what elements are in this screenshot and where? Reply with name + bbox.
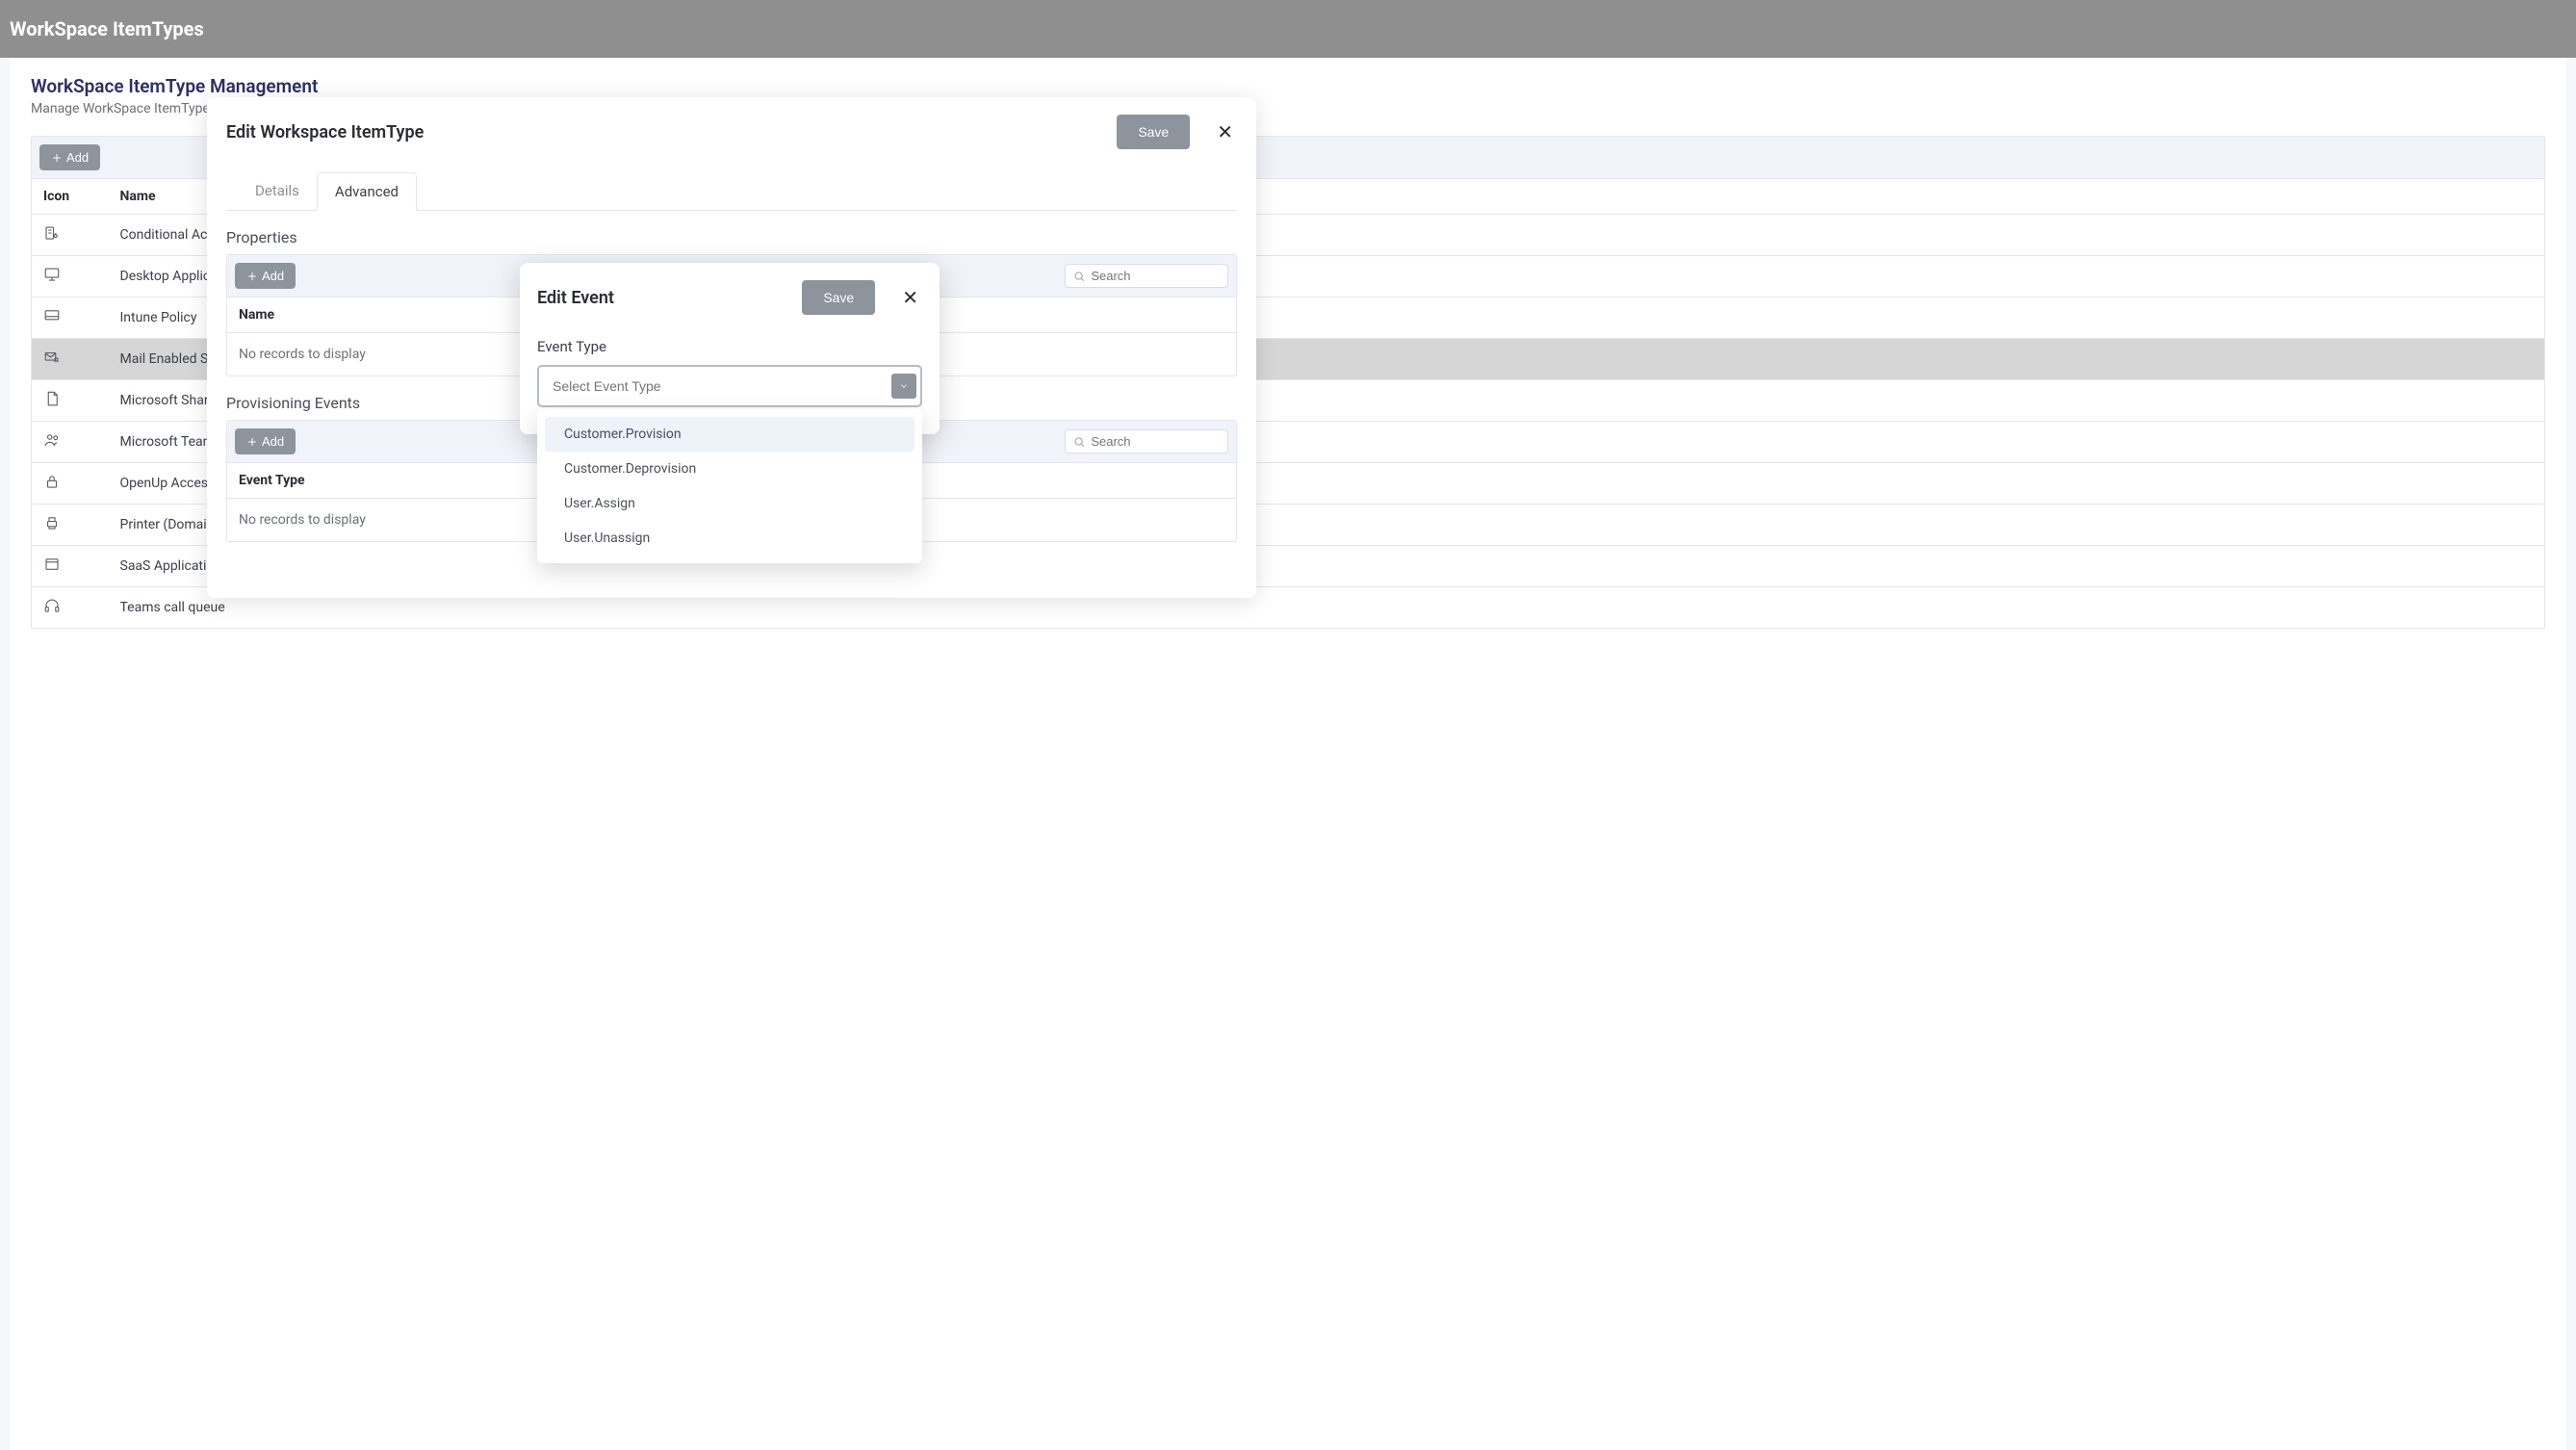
event-type-dropdown: Customer.ProvisionCustomer.DeprovisionUs… xyxy=(537,409,922,563)
tab-advanced[interactable]: Advanced xyxy=(317,172,417,211)
col-icon-header: Icon xyxy=(32,179,109,215)
add-event-button[interactable]: Add xyxy=(235,428,296,454)
properties-search-input[interactable] xyxy=(1091,269,1220,283)
add-event-label: Add xyxy=(262,434,284,449)
building-lock-icon xyxy=(32,215,109,256)
add-property-button[interactable]: Add xyxy=(235,263,296,289)
event-modal-header: Edit Event Save ✕ xyxy=(537,280,922,315)
plus-icon xyxy=(246,271,258,282)
search-icon xyxy=(1073,435,1085,449)
page: WorkSpace ItemType Management Manage Wor… xyxy=(10,58,2566,1450)
search-icon xyxy=(1073,270,1085,283)
printer-icon xyxy=(32,505,109,546)
users-icon xyxy=(32,422,109,463)
edit-modal-actions: Save ✕ xyxy=(1117,115,1237,149)
headset-icon xyxy=(32,587,109,629)
top-bar-title: WorkSpace ItemTypes xyxy=(10,17,204,40)
add-itemtype-label: Add xyxy=(66,150,89,165)
file-icon xyxy=(32,380,109,422)
event-modal-actions: Save ✕ xyxy=(802,280,922,315)
close-icon: ✕ xyxy=(902,288,918,309)
window-icon xyxy=(32,546,109,587)
page-title: WorkSpace ItemType Management xyxy=(31,75,2545,97)
edit-modal-header: Edit Workspace ItemType Save ✕ xyxy=(226,115,1237,149)
monitor-icon xyxy=(32,298,109,339)
edit-modal-save-button[interactable]: Save xyxy=(1117,115,1190,149)
dropdown-option[interactable]: User.Assign xyxy=(545,486,914,521)
dropdown-option[interactable]: User.Unassign xyxy=(545,521,914,556)
dropdown-option[interactable]: Customer.Deprovision xyxy=(545,452,914,486)
dropdown-option[interactable]: Customer.Provision xyxy=(545,417,914,452)
chevron-down-icon xyxy=(899,381,909,391)
top-bar: WorkSpace ItemTypes xyxy=(0,0,2576,58)
add-property-label: Add xyxy=(262,269,284,283)
event-modal-close-button[interactable]: ✕ xyxy=(898,282,922,314)
edit-event-modal: Edit Event Save ✕ Event Type Customer.Pr… xyxy=(520,263,940,434)
tab-details[interactable]: Details xyxy=(238,172,317,210)
properties-search[interactable] xyxy=(1065,264,1228,288)
desktop-icon xyxy=(32,256,109,298)
lock-icon xyxy=(32,463,109,505)
events-search[interactable] xyxy=(1065,429,1228,453)
content-area: Add Icon Name Conditional AccessDesktop … xyxy=(10,126,2566,638)
add-itemtype-button[interactable]: Add xyxy=(39,144,100,170)
plus-icon xyxy=(51,152,63,164)
event-type-select[interactable]: Customer.ProvisionCustomer.DeprovisionUs… xyxy=(537,365,922,407)
edit-modal-title: Edit Workspace ItemType xyxy=(226,122,424,142)
event-type-label: Event Type xyxy=(537,338,922,355)
edit-modal-close-button[interactable]: ✕ xyxy=(1213,117,1237,148)
event-modal-save-button[interactable]: Save xyxy=(802,280,875,315)
plus-icon xyxy=(246,436,258,448)
event-type-caret[interactable] xyxy=(891,374,916,399)
mail-shield-icon xyxy=(32,339,109,380)
edit-modal-tabs: Details Advanced xyxy=(226,172,1237,211)
event-modal-title: Edit Event xyxy=(537,288,614,308)
close-icon: ✕ xyxy=(1217,122,1233,143)
events-search-input[interactable] xyxy=(1091,434,1220,449)
event-type-input[interactable] xyxy=(541,369,891,403)
properties-title: Properties xyxy=(226,228,1237,246)
